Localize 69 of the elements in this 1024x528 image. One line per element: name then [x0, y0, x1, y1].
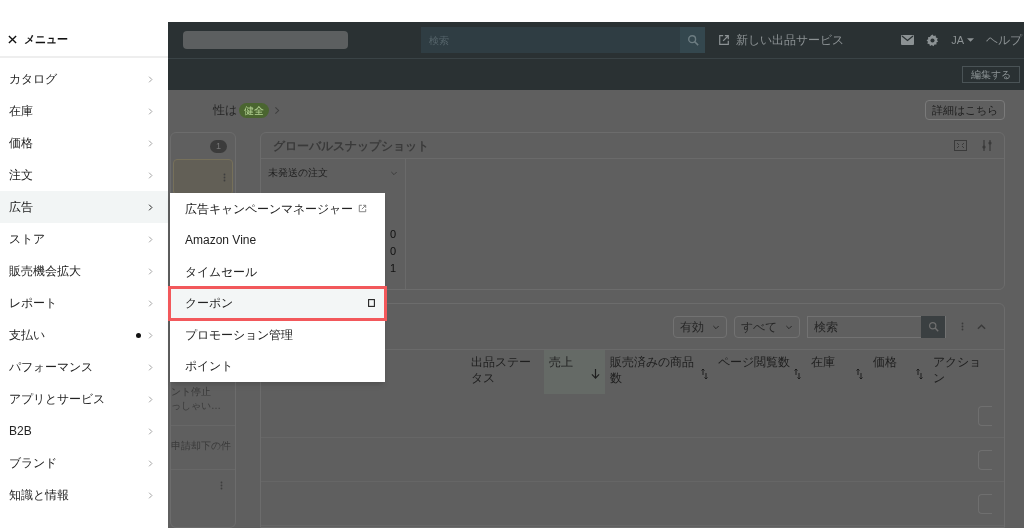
chevron-icon [147, 138, 154, 148]
submenu-item[interactable]: 広告キャンペーンマネージャー [170, 193, 385, 225]
metric-value: 0 [389, 244, 396, 259]
chevron-icon [147, 330, 154, 340]
sort-icon [916, 369, 923, 379]
chevron-icon [147, 362, 154, 372]
chevron-icon [147, 394, 154, 404]
metric-value: 0 [389, 227, 396, 242]
search-placeholder: 検索 [813, 318, 839, 336]
filter-icon[interactable] [982, 140, 992, 151]
menu-item[interactable]: カタログ [0, 63, 168, 95]
menu-item[interactable]: レポート [0, 287, 168, 319]
menu-item[interactable]: パフォーマンス [0, 351, 168, 383]
new-listing-link[interactable]: 新しい出品サービス [736, 31, 844, 49]
chevron-icon [147, 202, 154, 212]
bookmark-icon[interactable] [368, 299, 375, 308]
search-icon [686, 34, 699, 46]
help-link[interactable]: ヘルプ [986, 31, 1024, 49]
mail-icon[interactable] [901, 35, 915, 45]
external-link-icon [718, 34, 730, 46]
chevron-icon [147, 266, 154, 276]
chevron-icon [147, 234, 154, 244]
menu-item[interactable]: 広告 [0, 191, 168, 223]
close-icon[interactable] [8, 34, 17, 44]
expand-icon[interactable] [954, 140, 967, 151]
chevron-icon [147, 106, 154, 116]
submenu-item[interactable]: タイムセール [170, 256, 385, 288]
sort-icon [856, 369, 863, 379]
edit-button[interactable]: 編集する [962, 66, 1020, 83]
language-menu[interactable]: JA [951, 31, 974, 49]
search-icon [927, 321, 939, 332]
menu-title: メニュー [24, 31, 68, 47]
search-button[interactable] [921, 315, 945, 338]
collapse-icon[interactable] [977, 323, 986, 330]
submenu-item[interactable]: ポイント [170, 350, 385, 382]
settings-icon[interactable] [926, 33, 940, 47]
menu-item[interactable]: アプリとサービス [0, 383, 168, 415]
health-badge: 健全 [239, 102, 269, 118]
chevron-icon [147, 458, 154, 468]
caret-icon [967, 38, 974, 42]
chevron-down-icon[interactable] [390, 169, 398, 176]
menu-item[interactable]: B2B [0, 415, 168, 447]
sort-icon [701, 369, 708, 379]
search-button[interactable] [680, 27, 705, 53]
submenu-item[interactable]: プロモーション管理 [170, 319, 385, 351]
chevron-icon [147, 170, 154, 180]
menu-item[interactable]: 在庫 [0, 95, 168, 127]
submenu-item[interactable]: Amazon Vine [170, 224, 385, 256]
chevron-icon [147, 298, 154, 308]
chevron-down-icon [712, 323, 720, 330]
account-field[interactable] [183, 31, 348, 49]
menu-item[interactable]: 知識と情報 [0, 479, 168, 511]
external-link-icon [358, 204, 367, 214]
sort-icon [794, 369, 801, 379]
menu-item[interactable]: ストア [0, 223, 168, 255]
menu-item[interactable]: 支払い [0, 319, 168, 351]
metric-value: 1 [389, 261, 396, 276]
menu-item[interactable]: 販売機会拡大 [0, 255, 168, 287]
chevron-icon[interactable] [273, 105, 281, 115]
menu-item[interactable]: 価格 [0, 127, 168, 159]
chevron-icon [147, 490, 154, 500]
count-badge: 1 [210, 139, 227, 153]
menu-item[interactable]: 注文 [0, 159, 168, 191]
submenu-item[interactable]: クーポン [170, 287, 385, 319]
chevron-down-icon [785, 323, 793, 330]
chevron-icon [147, 426, 154, 436]
chevron-icon [147, 74, 154, 84]
menu-item[interactable]: ブランド [0, 447, 168, 479]
arrow-down-icon [591, 369, 600, 379]
